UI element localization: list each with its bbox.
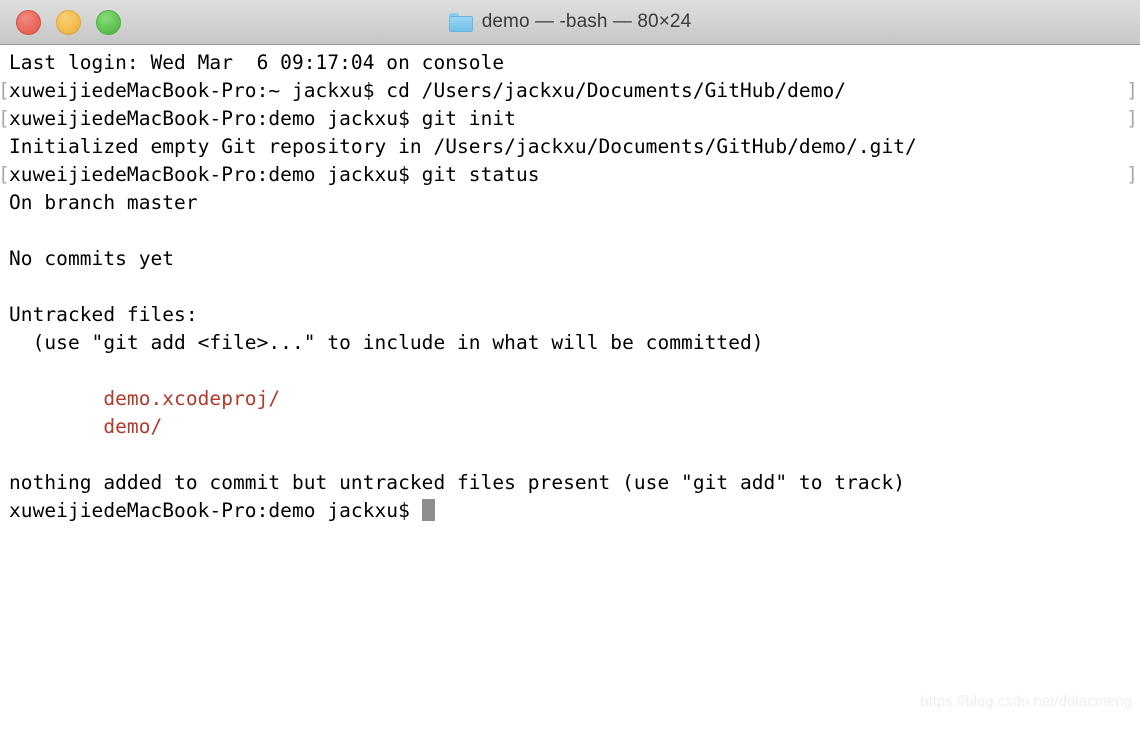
minimize-button[interactable] [56, 9, 81, 35]
terminal-line-text: demo/ [9, 415, 163, 438]
terminal-line: No commits yet [0, 245, 1140, 273]
terminal-line: Last login: Wed Mar 6 09:17:04 on consol… [0, 49, 1140, 77]
window-title: demo — -bash — 80×24 [481, 11, 692, 32]
terminal-line: demo/ [0, 413, 1140, 441]
terminal-line-text: nothing added to commit but untracked fi… [9, 471, 906, 494]
window-controls [16, 0, 121, 44]
terminal-line-text: No commits yet [9, 247, 175, 270]
terminal-line: (use "git add <file>..." to include in w… [0, 329, 1140, 357]
prompt-mark-right: ] [1126, 79, 1138, 102]
terminal-line: [] xuweijiedeMacBook-Pro:~ jackxu$ cd /Us… [0, 77, 1140, 105]
terminal-line: On branch master [0, 189, 1140, 217]
prompt-mark-left: [ [0, 105, 10, 133]
terminal-line: demo.xcodeproj/ [0, 385, 1140, 413]
zoom-button[interactable] [96, 9, 121, 35]
prompt-mark-right: ] [1126, 107, 1138, 130]
text-cursor [421, 499, 435, 521]
prompt-mark-left: [ [0, 77, 10, 105]
terminal-line: [] xuweijiedeMacBook-Pro:demo jackxu$ git… [0, 161, 1140, 189]
folder-icon [448, 12, 473, 32]
terminal-window: demo — -bash — 80×24 Last login: Wed Mar… [0, 0, 1140, 730]
watermark: https://blog.csdn.net/dolacmeng [920, 693, 1132, 710]
terminal-line-text: xuweijiedeMacBook-Pro:demo jackxu$ git s… [9, 163, 540, 186]
terminal-line-text: Last login: Wed Mar 6 09:17:04 on consol… [9, 51, 505, 74]
terminal-line-text: Initialized empty Git repository in /Use… [9, 135, 917, 158]
window-title-group: demo — -bash — 80×24 [0, 0, 1140, 44]
terminal-prompt-line[interactable]: xuweijiedeMacBook-Pro:demo jackxu$ [0, 497, 1140, 525]
terminal-line: [] xuweijiedeMacBook-Pro:demo jackxu$ git… [0, 105, 1140, 133]
terminal-line-text: Untracked files: [9, 303, 198, 326]
terminal-line-text: xuweijiedeMacBook-Pro:~ jackxu$ cd /User… [9, 79, 847, 102]
close-button[interactable] [16, 9, 41, 35]
terminal-line-text: On branch master [9, 191, 198, 214]
window-titlebar[interactable]: demo — -bash — 80×24 [0, 0, 1140, 45]
prompt-text: xuweijiedeMacBook-Pro:demo jackxu$ [9, 499, 422, 522]
terminal-content[interactable]: Last login: Wed Mar 6 09:17:04 on consol… [0, 45, 1140, 730]
terminal-line-text: (use "git add <file>..." to include in w… [9, 331, 764, 354]
terminal-line: Untracked files: [0, 301, 1140, 329]
terminal-line: Initialized empty Git repository in /Use… [0, 133, 1140, 161]
terminal-output: Last login: Wed Mar 6 09:17:04 on consol… [0, 49, 1140, 525]
prompt-mark-right: ] [1126, 163, 1138, 186]
terminal-line: nothing added to commit but untracked fi… [0, 469, 1140, 497]
prompt-mark-left: [ [0, 161, 10, 189]
terminal-line-text: xuweijiedeMacBook-Pro:demo jackxu$ git i… [9, 107, 516, 130]
terminal-line-text: demo.xcodeproj/ [9, 387, 281, 410]
